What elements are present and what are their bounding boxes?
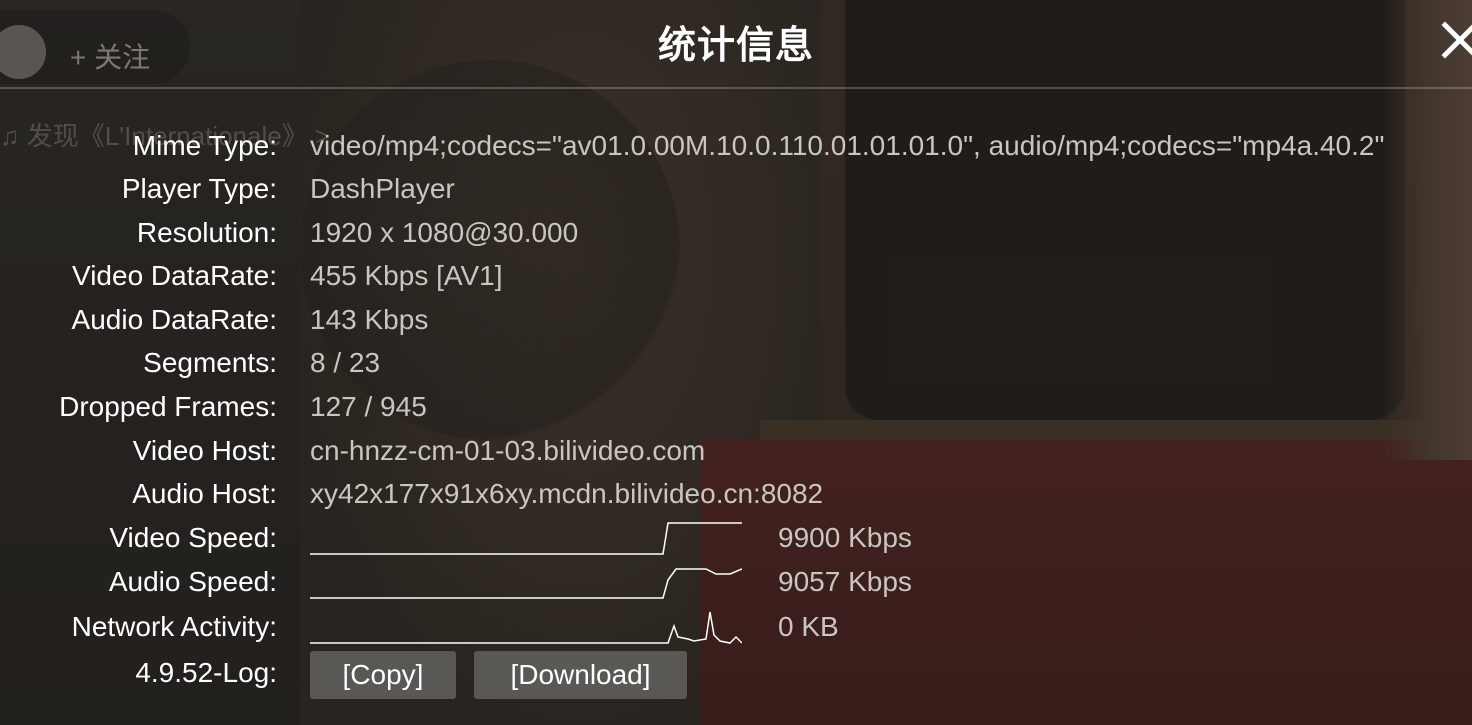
video-player: + 关注 ♫ 发现《L'Internationale》 > 统计信息 Mime …: [0, 0, 1472, 725]
row-video-speed: Video Speed: 9900 Kbps: [0, 522, 1472, 566]
copy-log-button[interactable]: [Copy]: [310, 651, 456, 699]
audio-speed-graph: [310, 568, 742, 599]
divider: [0, 87, 1472, 89]
row-audio-host: Audio Host: xy42x177x91x6xy.mcdn.bilivid…: [0, 478, 1472, 522]
row-resolution: Resolution: 1920 x 1080@30.000: [0, 217, 1472, 261]
value-video-host: cn-hnzz-cm-01-03.bilivideo.com: [310, 435, 706, 466]
value-audio-datarate: 143 Kbps: [310, 304, 429, 335]
label-audio-speed: Audio Speed:: [108, 566, 277, 597]
download-log-button[interactable]: [Download]: [474, 651, 687, 699]
panel-title: 统计信息: [657, 25, 814, 67]
label-video-datarate: Video DataRate:: [72, 260, 277, 291]
row-video-datarate: Video DataRate: 455 Kbps [AV1]: [0, 260, 1472, 304]
row-segments: Segments: 8 / 23: [0, 347, 1472, 391]
label-mime-type: Mime Type:: [132, 130, 277, 161]
label-audio-host: Audio Host:: [132, 478, 277, 509]
value-audio-speed: 9057 Kbps: [778, 566, 912, 597]
label-resolution: Resolution:: [136, 217, 277, 248]
value-video-datarate: 455 Kbps [AV1]: [310, 260, 503, 291]
label-player-type: Player Type:: [121, 173, 277, 204]
label-network-activity: Network Activity:: [71, 611, 277, 642]
label-video-speed: Video Speed:: [109, 522, 277, 553]
row-audio-datarate: Audio DataRate: 143 Kbps: [0, 304, 1472, 348]
value-resolution: 1920 x 1080@30.000: [310, 217, 579, 248]
label-dropped-frames: Dropped Frames:: [59, 391, 277, 422]
value-network-activity: 0 KB: [778, 611, 839, 642]
value-mime-type: video/mp4;codecs="av01.0.00M.10.0.110.01…: [310, 130, 1385, 161]
value-video-speed: 9900 Kbps: [778, 522, 912, 553]
label-log: 4.9.52-Log:: [135, 657, 277, 688]
row-audio-speed: Audio Speed: 9057 Kbps: [0, 566, 1472, 610]
label-video-host: Video Host:: [132, 435, 277, 466]
value-segments: 8 / 23: [310, 347, 381, 378]
row-video-host: Video Host: cn-hnzz-cm-01-03.bilivideo.c…: [0, 435, 1472, 479]
value-audio-host: xy42x177x91x6xy.mcdn.bilivideo.cn:8082: [310, 478, 824, 509]
row-log: 4.9.52-Log: [Copy] [Download]: [0, 651, 1472, 701]
label-audio-datarate: Audio DataRate:: [71, 304, 277, 335]
close-icon[interactable]: [1440, 20, 1472, 60]
video-speed-graph: [310, 522, 742, 555]
value-dropped-frames: 127 / 945: [310, 391, 427, 422]
network-activity-graph: [310, 611, 742, 644]
row-player-type: Player Type: DashPlayer: [0, 173, 1472, 217]
row-dropped-frames: Dropped Frames: 127 / 945: [0, 391, 1472, 435]
label-segments: Segments:: [143, 347, 277, 378]
value-player-type: DashPlayer: [310, 173, 455, 204]
row-mime-type: Mime Type: video/mp4;codecs="av01.0.00M.…: [0, 130, 1472, 174]
row-network-activity: Network Activity: 0 KB: [0, 611, 1472, 655]
